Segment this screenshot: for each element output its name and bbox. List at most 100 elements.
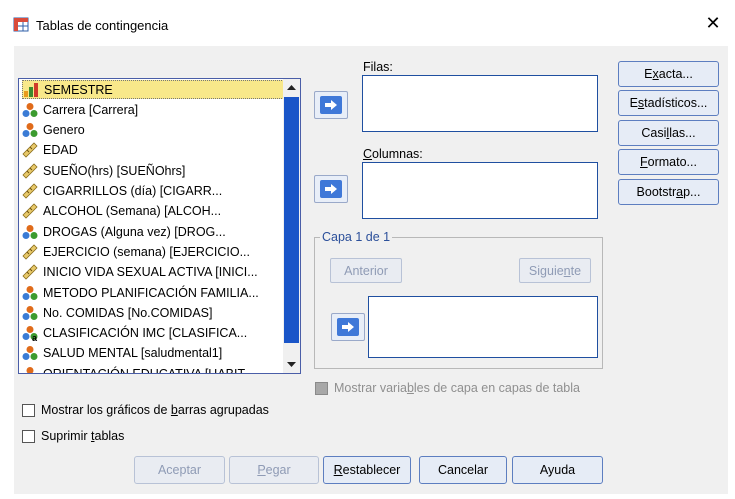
variable-list-item[interactable]: ALCOHOL (Semana) [ALCOH... xyxy=(22,202,284,221)
restablecer-button-label-post: establecer xyxy=(342,463,401,477)
variable-label: METODO PLANIFICACIÓN FAMILIA... xyxy=(43,285,259,300)
suprimir-tablas-checkbox[interactable] xyxy=(22,430,35,443)
crosstabs-app-icon xyxy=(13,17,29,32)
close-icon[interactable]: ✕ xyxy=(704,14,722,32)
barras-agrupadas-checkbox[interactable] xyxy=(22,404,35,417)
variable-label: ORIENTACIÓN EDUCATIVA [HABIT... xyxy=(43,366,255,374)
suprimir-pre: Suprimir xyxy=(41,429,92,443)
variable-list-item[interactable]: EJERCICIO (semana) [EJERCICIO... xyxy=(22,242,284,261)
variable-label: INICIO VIDA SEXUAL ACTIVA [INICI... xyxy=(43,265,258,280)
siguiente-label-pre: Siguie xyxy=(528,263,564,278)
variable-list-item[interactable]: SEMESTRE xyxy=(22,80,284,99)
variable-label: CIGARRILLOS (día) [CIGARR... xyxy=(43,184,223,198)
variable-list-item[interactable]: Genero xyxy=(22,121,284,140)
pegar-button[interactable]: Pegar xyxy=(229,456,319,484)
siguiente-button[interactable]: Siguie n te xyxy=(519,258,591,283)
mostrar-capa-key: b xyxy=(406,381,414,395)
variable-list[interactable]: SEMESTRE Carrera [Carrera] Genero EDAD SUEÑO… xyxy=(18,78,301,374)
ruler-icon xyxy=(22,264,38,280)
variable-list-item[interactable]: ORIENTACIÓN EDUCATIVA [HABIT... xyxy=(22,364,284,374)
mostrar-capa-checkbox[interactable] xyxy=(315,382,328,395)
filas-listbox[interactable] xyxy=(362,75,598,132)
variable-label: CLASIFICACIÓN IMC [CLASIFICA... xyxy=(43,326,248,341)
move-to-filas-button[interactable] xyxy=(314,91,348,119)
scroll-down-button[interactable] xyxy=(283,356,300,373)
move-to-capa-button[interactable] xyxy=(331,313,365,341)
variable-label: EDAD xyxy=(43,143,78,158)
suprimir-post: ablas xyxy=(94,429,125,443)
barras-pre: Mostrar los gráficos de xyxy=(41,403,171,417)
chevron-down-icon xyxy=(287,362,296,367)
ruler-icon xyxy=(22,244,38,260)
casillas-button-label-pre: Casi xyxy=(641,126,667,140)
bootstrap-button-label-u: a xyxy=(676,185,684,199)
estadisticos-button-label-pre: E xyxy=(629,96,638,110)
variable-label: Carrera [Carrera] xyxy=(43,102,139,117)
barras-agrupadas-label: Mostrar los gráficos de barras agrupadas xyxy=(41,403,269,417)
restablecer-button-label-u: R xyxy=(333,463,343,477)
variable-label: DROGAS (Alguna vez) [DROG... xyxy=(43,224,226,239)
variable-label: ALCOHOL (Semana) [ALCOH... xyxy=(43,204,222,219)
variable-label: SEMESTRE xyxy=(44,82,113,97)
ayuda-button[interactable]: Ayuda xyxy=(512,456,603,484)
variable-list-scrollbar[interactable] xyxy=(283,79,300,373)
variable-label: SUEÑO(hrs) [SUEÑOhrs] xyxy=(43,163,186,178)
columnas-label-key: C xyxy=(363,147,373,161)
ruler-icon xyxy=(22,183,38,199)
variable-label: Genero xyxy=(43,123,85,138)
nominal-icon xyxy=(22,285,38,301)
formato-button-label-u: F xyxy=(640,155,648,169)
arrow-right-icon xyxy=(342,322,354,332)
nominal-icon xyxy=(22,224,38,240)
formato-button[interactable]: Formato... xyxy=(618,149,719,175)
aceptar-button[interactable]: Aceptar xyxy=(134,456,225,484)
variable-list-item[interactable]: INICIO VIDA SEXUAL ACTIVA [INICI... xyxy=(22,263,284,282)
casillas-button[interactable]: Casi l las... xyxy=(618,120,719,146)
variable-list-item[interactable]: EDAD xyxy=(22,141,284,160)
estadisticos-button[interactable]: Es tadísticos... xyxy=(618,90,719,116)
variable-label: EJERCICIO (semana) [EJERCICIO... xyxy=(43,244,250,259)
move-to-columnas-button[interactable] xyxy=(314,175,348,203)
variable-list-item[interactable]: SUEÑO(hrs) [SUEÑOhrs] xyxy=(22,161,284,180)
siguiente-label-key: n xyxy=(563,263,571,278)
bootstrap-button-label-pre: Bootstr xyxy=(636,185,677,199)
pegar-button-label-u: P xyxy=(257,463,266,477)
restablecer-button[interactable]: Restablecer xyxy=(323,456,411,484)
casillas-button-label-post: las... xyxy=(669,126,696,140)
variable-label: No. COMIDAS [No.COMIDAS] xyxy=(43,305,213,320)
exacta-button[interactable]: Ex acta... xyxy=(618,61,719,87)
bootstrap-button-label-post: p... xyxy=(683,185,701,199)
nominal-icon xyxy=(22,122,38,138)
columnas-listbox[interactable] xyxy=(362,162,598,219)
scroll-up-button[interactable] xyxy=(283,79,300,96)
columnas-label-text: olumnas: xyxy=(372,147,423,161)
arrow-right-icon xyxy=(325,184,337,194)
variable-list-item[interactable]: No. COMIDAS [No.COMIDAS] xyxy=(22,303,284,322)
nominal-icon xyxy=(22,305,38,321)
scroll-thumb[interactable] xyxy=(284,97,299,343)
variable-list-item[interactable]: DROGAS (Alguna vez) [DROG... xyxy=(22,222,284,241)
cancelar-button[interactable]: Cancelar xyxy=(419,456,507,484)
mostrar-capa-post: les de capa en capas de tabla xyxy=(413,381,580,395)
ayuda-button-label-pre: Ayuda xyxy=(539,463,576,477)
variable-list-item[interactable]: SALUD MENTAL [saludmental1] xyxy=(22,344,284,363)
variable-list-item[interactable]: METODO PLANIFICACIÓN FAMILIA... xyxy=(22,283,284,302)
bootstrap-button[interactable]: Bootstr a p... xyxy=(618,179,719,205)
exacta-button-label-post: acta... xyxy=(658,67,693,81)
capa-listbox[interactable] xyxy=(368,296,598,358)
nominal-icon xyxy=(22,366,38,373)
estadisticos-button-label-post: tadísticos... xyxy=(644,96,708,110)
variable-list-item[interactable]: Carrera [Carrera] xyxy=(22,100,284,119)
anterior-button[interactable]: Anterior xyxy=(330,258,402,283)
variable-list-item[interactable]: CIGARRILLOS (día) [CIGARR... xyxy=(22,182,284,201)
variable-list-item[interactable]: a CLASIFICACIÓN IMC [CLASIFICA... xyxy=(22,324,284,343)
siguiente-label-post: te xyxy=(570,263,582,278)
aceptar-button-label-pre: Aceptar xyxy=(157,463,202,477)
suprimir-tablas-label: Suprimir tablas xyxy=(41,429,124,443)
scale-icon xyxy=(23,82,39,98)
barras-post: arras agrupadas xyxy=(177,403,269,417)
arrow-right-icon xyxy=(325,100,337,110)
nominal-icon xyxy=(22,102,38,118)
formato-button-label-post: ormato... xyxy=(647,155,697,169)
capa-title: Capa 1 de 1 xyxy=(320,230,393,244)
